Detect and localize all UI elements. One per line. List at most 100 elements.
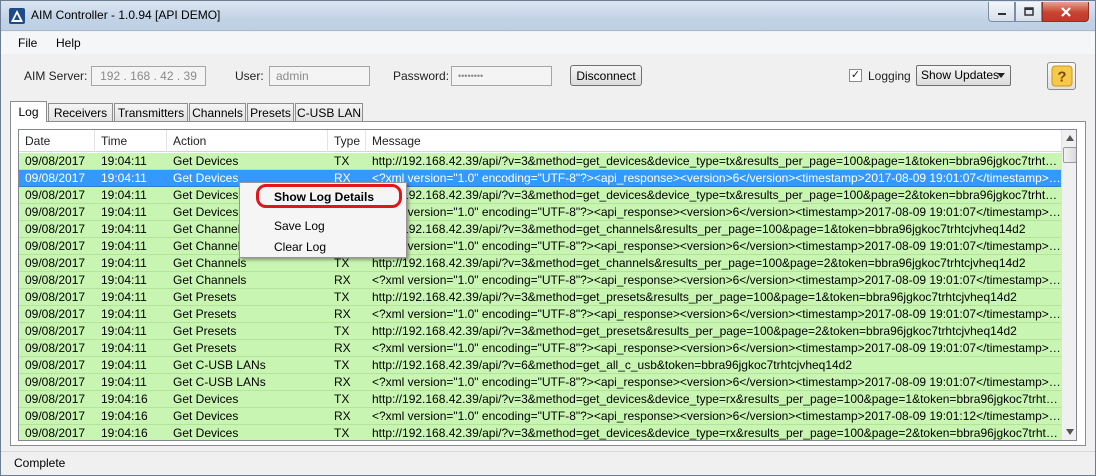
scroll-down-button[interactable] — [1062, 424, 1076, 440]
column-header-action[interactable]: Action — [167, 130, 328, 152]
column-header-date[interactable]: Date — [19, 130, 95, 152]
cell-message: <?xml version="1.0" encoding="UTF-8"?><a… — [372, 171, 1061, 185]
cell-time: 19:04:11 — [101, 307, 147, 321]
cell-date: 09/08/2017 — [25, 256, 86, 270]
cell-time: 19:04:11 — [101, 239, 147, 253]
cell-action: Get C-USB LANs — [173, 358, 266, 372]
column-header-time[interactable]: Time — [95, 130, 167, 152]
chevron-down-icon — [997, 73, 1005, 78]
minimize-icon — [997, 12, 1006, 15]
table-row[interactable]: 09/08/201719:04:11Get DevicesRX<?xml ver… — [19, 204, 1061, 221]
cell-action: Get Presets — [173, 324, 237, 338]
cell-message: <?xml version="1.0" encoding="UTF-8"?><a… — [372, 273, 1061, 287]
user-label: User: — [235, 69, 264, 83]
help-button[interactable]: ? — [1047, 62, 1076, 90]
log-context-menu: Show Log Details Save Log Clear Log — [239, 182, 407, 258]
tab-presets[interactable]: Presets — [247, 103, 294, 121]
menu-item-clear-log[interactable]: Clear Log — [274, 240, 326, 254]
cell-message: http://192.168.42.39/api/?v=3&method=get… — [372, 256, 1026, 270]
highlight-annotation — [256, 184, 402, 208]
disconnect-button[interactable]: Disconnect — [570, 65, 642, 86]
table-row[interactable]: 09/08/2017 19:04:16 Get Devices TX http://19… — [19, 391, 1061, 408]
cell-type: TX — [334, 426, 350, 440]
chevron-down-icon — [1066, 429, 1074, 435]
column-header-message[interactable]: Message — [366, 130, 1061, 152]
status-bar: Complete — [1, 451, 1095, 475]
cell-date: 09/08/2017 — [25, 222, 86, 236]
logging-checkbox[interactable]: ✓ — [849, 69, 862, 82]
scrollbar-thumb[interactable] — [1063, 147, 1076, 163]
log-tab-panel: Date Time Action Type Message 09/08/2017… — [10, 121, 1086, 446]
cell-date: 09/08/2017 — [25, 205, 86, 219]
cell-message: http://192.168.42.39/api/?v=3&method=get… — [372, 392, 1061, 406]
password-field[interactable]: •••••••• — [451, 66, 552, 86]
maximize-button[interactable] — [1015, 2, 1042, 22]
table-row[interactable]: 09/08/2017 19:04:11 Get C-USB LANs TX http:/… — [19, 357, 1061, 374]
cell-date: 09/08/2017 — [25, 154, 86, 168]
cell-action: Get Devices — [173, 392, 239, 406]
cell-date: 09/08/2017 — [25, 341, 86, 355]
cell-action: Get Presets — [173, 341, 237, 355]
vertical-scrollbar[interactable] — [1061, 130, 1076, 440]
cell-time: 19:04:16 — [101, 409, 148, 423]
user-field[interactable]: admin — [269, 66, 370, 86]
server-label: AIM Server: — [24, 69, 88, 83]
status-text: Complete — [14, 456, 66, 470]
table-row[interactable]: 09/08/201719:04:11Get ChannelsRX<?xml ve… — [19, 272, 1061, 289]
maximize-icon — [1023, 6, 1034, 16]
table-row[interactable]: 09/08/2017 19:04:11 Get Presets RX <?xml ver… — [19, 306, 1061, 323]
menu-item-save-log[interactable]: Save Log — [274, 219, 325, 233]
cell-message: <?xml version="1.0" encoding="UTF-8"?><a… — [372, 409, 1061, 423]
cell-date: 09/08/2017 — [25, 375, 86, 389]
close-icon — [1060, 6, 1071, 17]
tab-c-usb-lan[interactable]: C-USB LAN — [295, 103, 363, 121]
minimize-button[interactable] — [988, 2, 1015, 22]
cell-date: 09/08/2017 — [25, 358, 86, 372]
cell-date: 09/08/2017 — [25, 239, 86, 253]
cell-date: 09/08/2017 — [25, 392, 86, 406]
help-glyph: ? — [1057, 69, 1066, 86]
menu-bar: File Help — [1, 32, 1095, 54]
table-row[interactable]: 09/08/201719:04:11Get ChannelsRX<?xml ve… — [19, 238, 1061, 255]
cell-message: <?xml version="1.0" encoding="UTF-8"?><a… — [372, 205, 1061, 219]
log-table-body: 09/08/2017 19:04:11 Get Devices TX http://19… — [19, 153, 1061, 440]
close-button[interactable] — [1042, 2, 1089, 22]
logging-label: Logging — [868, 69, 911, 83]
server-address-field[interactable]: 192 . 168 . 42 . 39 — [91, 66, 206, 86]
menu-help[interactable]: Help — [56, 36, 81, 50]
column-header-type[interactable]: Type — [328, 130, 366, 152]
tab-receivers[interactable]: Receivers — [48, 103, 113, 121]
cell-time: 19:04:16 — [101, 392, 148, 406]
table-row[interactable]: 09/08/2017 19:04:16 Get Devices RX <?xml ver… — [19, 408, 1061, 425]
scroll-up-button[interactable] — [1062, 130, 1076, 146]
cell-date: 09/08/2017 — [25, 290, 86, 304]
tab-channels[interactable]: Channels — [189, 103, 246, 121]
table-row[interactable]: 09/08/201719:04:11Get DevicesTXhttp://19… — [19, 153, 1061, 170]
table-row[interactable]: 09/08/201719:04:11Get ChannelsTXhttp://1… — [19, 255, 1061, 272]
log-table[interactable]: Date Time Action Type Message 09/08/2017… — [18, 129, 1077, 441]
cell-time: 19:04:11 — [101, 222, 147, 236]
cell-message: http://192.168.42.39/api/?v=3&method=get… — [372, 154, 1061, 168]
title-bar[interactable]: AIM Controller - 1.0.94 [API DEMO] — [1, 1, 1095, 31]
table-row[interactable]: 09/08/2017 19:04:11 Get Presets TX http://19… — [19, 323, 1061, 340]
menu-file[interactable]: File — [18, 36, 37, 50]
table-row[interactable]: 09/08/201719:04:11Get DevicesRX<?xml ver… — [19, 170, 1061, 187]
cell-action: Get C-USB LANs — [173, 375, 266, 389]
cell-date: 09/08/2017 — [25, 307, 86, 321]
table-row[interactable]: 09/08/2017 19:04:11 Get Presets TX http://19… — [19, 289, 1061, 306]
cell-time: 19:04:11 — [101, 256, 147, 270]
cell-time: 19:04:16 — [101, 426, 148, 440]
tab-transmitters[interactable]: Transmitters — [114, 103, 188, 121]
cell-time: 19:04:11 — [101, 188, 147, 202]
table-row[interactable]: 09/08/2017 19:04:11 Get Presets RX <?xml ver… — [19, 340, 1061, 357]
show-updates-dropdown[interactable]: Show Updates — [916, 65, 1011, 86]
cell-type: RX — [334, 409, 351, 423]
table-row[interactable]: 09/08/2017 19:04:16 Get Devices TX http://19… — [19, 425, 1061, 440]
tab-log[interactable]: Log — [10, 101, 47, 122]
table-row[interactable]: 09/08/201719:04:11Get DevicesTXhttp://19… — [19, 187, 1061, 204]
log-table-header: Date Time Action Type Message — [19, 130, 1061, 152]
cell-date: 09/08/2017 — [25, 324, 86, 338]
table-row[interactable]: 09/08/201719:04:11Get ChannelsTXhttp://1… — [19, 221, 1061, 238]
cell-type: RX — [334, 375, 351, 389]
table-row[interactable]: 09/08/2017 19:04:11 Get C-USB LANs RX <?xml … — [19, 374, 1061, 391]
